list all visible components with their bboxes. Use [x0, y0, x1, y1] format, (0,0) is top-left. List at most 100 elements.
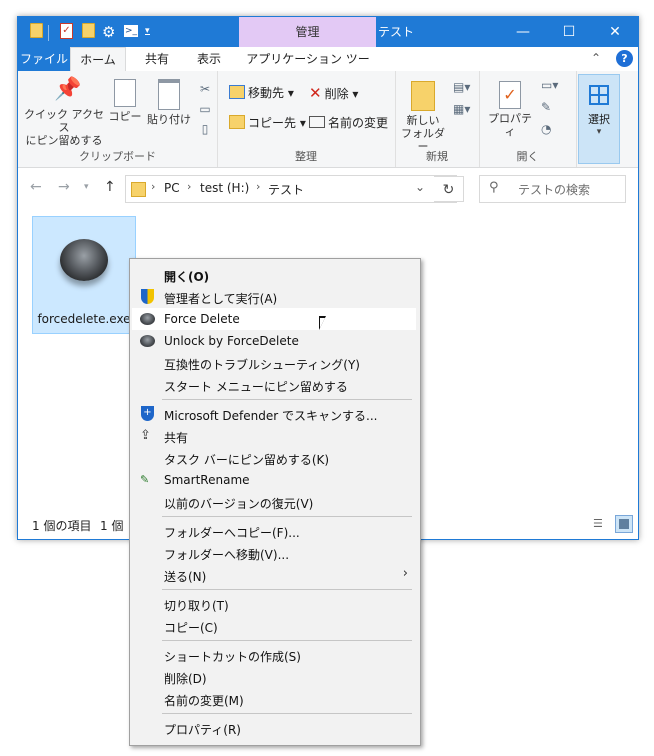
refresh-button[interactable]: ↻ [434, 176, 464, 202]
move-to-icon [229, 85, 245, 99]
easy-access-icon[interactable]: ▦▾ [453, 99, 470, 119]
menu-item-move-to-folder[interactable]: フォルダーへ移動(V)... [132, 542, 416, 564]
paste-shortcut-icon[interactable]: ▯ [197, 119, 213, 139]
properties-button[interactable]: ✓ プロパティ [485, 75, 535, 138]
open-icon[interactable]: ▭▾ [541, 75, 558, 95]
search-input[interactable]: テストの検索 [518, 181, 590, 198]
chevron-down-icon[interactable]: ⌄ [415, 180, 425, 194]
menu-item-properties[interactable]: プロパティ(R) [132, 717, 416, 739]
chevron-down-icon[interactable]: ▾ [145, 22, 150, 36]
help-icon[interactable]: ? [616, 50, 633, 67]
cut-icon[interactable]: ✂ [197, 79, 213, 99]
menu-label: Unlock by ForceDelete [164, 334, 299, 348]
menu-item-share[interactable]: ⇪ 共有 [132, 425, 416, 447]
menu-label: Microsoft Defender でスキャンする... [164, 409, 378, 423]
menu-item-smartrename[interactable]: ✎ SmartRename [132, 469, 416, 491]
recent-chevron-icon[interactable]: ▾ [84, 182, 89, 192]
tab-application-tools[interactable]: アプリケーション ツール [244, 47, 372, 90]
defender-shield-icon: + [141, 406, 154, 421]
maximize-button[interactable]: ☐ [546, 17, 592, 47]
context-menu: 開く(O) 管理者として実行(A) Force Delete Unlock by… [129, 258, 421, 746]
move-to-button[interactable]: 移動先 ▾ [229, 83, 294, 103]
menu-item-copy-to-folder[interactable]: フォルダーへコピー(F)... [132, 520, 416, 542]
menu-separator [162, 640, 412, 641]
ribbon-tabs: ファイル ホーム 共有 表示 アプリケーション ツール ⌃ ? [18, 47, 638, 90]
menu-item-run-as-admin[interactable]: 管理者として実行(A) [132, 286, 416, 308]
folder-icon[interactable] [30, 23, 43, 38]
history-icon[interactable]: ◔ [541, 119, 551, 139]
address-bar[interactable]: › PC › test (H:) › テスト ⌄ [125, 175, 457, 203]
paste-button[interactable]: 貼り付け [146, 75, 192, 126]
tab-file[interactable]: ファイル [18, 47, 70, 71]
select-button[interactable]: 選択 ▾ [578, 74, 620, 164]
menu-label: 切り取り(T) [164, 599, 229, 613]
menu-label: 管理者として実行(A) [164, 292, 278, 306]
group-open: ✓ プロパティ ▭▾ ✎ ◔ 開く [479, 71, 577, 167]
rename-button[interactable]: 名前の変更 [309, 113, 388, 133]
menu-label: 削除(D) [164, 672, 207, 686]
delete-button[interactable]: ✕ 削除 ▾ [309, 83, 358, 103]
chevron-up-icon[interactable]: ⌃ [591, 51, 601, 65]
menu-item-cut[interactable]: 切り取り(T) [132, 593, 416, 615]
breadcrumb-drive[interactable]: test (H:) [200, 181, 249, 195]
tab-view[interactable]: 表示 [184, 47, 234, 71]
menu-label: 共有 [164, 431, 189, 445]
copy-button[interactable]: コピー [108, 75, 142, 123]
properties-check-icon[interactable]: ✓ [60, 23, 73, 39]
menu-label: 開く(O) [164, 270, 210, 284]
search-box[interactable]: ⚲ テストの検索 [479, 175, 626, 203]
smartrename-icon: ✎ [140, 473, 150, 486]
close-button[interactable]: ✕ [592, 17, 638, 47]
menu-item-rename[interactable]: 名前の変更(M) [132, 688, 416, 710]
pin-label-line2: にピン留めする [25, 134, 103, 147]
back-arrow-icon[interactable]: ← [30, 179, 42, 195]
details-view-icon[interactable]: ☰ [593, 517, 609, 531]
menu-item-unlock-forcedelete[interactable]: Unlock by ForceDelete [132, 330, 416, 352]
edit-icon[interactable]: ✎ [541, 97, 551, 117]
menu-label: プロパティ(R) [164, 723, 241, 737]
menu-item-force-delete[interactable]: Force Delete [132, 308, 416, 330]
tab-share[interactable]: 共有 [132, 47, 182, 71]
up-arrow-icon[interactable]: ↑ [104, 179, 116, 195]
menu-label: フォルダーへ移動(V)... [164, 548, 290, 562]
menu-item-create-shortcut[interactable]: ショートカットの作成(S) [132, 644, 416, 666]
pin-quick-access-button[interactable]: 📌 クイック アクセス にピン留めする [22, 75, 106, 147]
new-folder-line1: 新しい [406, 114, 440, 127]
menu-item-restore-previous[interactable]: 以前のバージョンの復元(V) [132, 491, 416, 513]
share-icon: ⇪ [140, 428, 151, 443]
new-folder-button[interactable]: 新しい フォルダー [399, 75, 447, 153]
menu-item-delete[interactable]: 削除(D) [132, 666, 416, 688]
context-tab-manage[interactable]: 管理 [239, 17, 376, 47]
gear-icon[interactable]: ⚙ [102, 23, 115, 41]
new-item-icon[interactable]: ▤▾ [453, 77, 470, 97]
file-item[interactable]: forcedelete.exe [32, 216, 136, 334]
menu-item-pin-start[interactable]: スタート メニューにピン留めする [132, 374, 416, 396]
menu-item-open[interactable]: 開く(O) [132, 264, 416, 286]
breadcrumb-pc[interactable]: PC [164, 181, 180, 195]
tab-home[interactable]: ホーム [70, 47, 126, 73]
large-icons-view-icon[interactable] [615, 515, 633, 533]
menu-item-troubleshoot-compat[interactable]: 互換性のトラブルシューティング(Y) [132, 352, 416, 374]
group-new: 新しい フォルダー ▤▾ ▦▾ 新規 [395, 71, 480, 167]
powershell-icon[interactable]: >_ [124, 25, 138, 37]
breadcrumb-chevron-icon[interactable]: › [256, 180, 260, 193]
menu-item-defender-scan[interactable]: + Microsoft Defender でスキャンする... [132, 403, 416, 425]
window-title: テスト [378, 25, 415, 39]
breadcrumb-chevron-icon[interactable]: › [151, 180, 155, 193]
group-label-organize: 整理 [295, 150, 317, 163]
group-label-new: 新規 [426, 150, 448, 163]
copy-to-button[interactable]: コピー先 ▾ [229, 113, 306, 133]
forward-arrow-icon[interactable]: → [58, 179, 70, 195]
rename-icon [309, 116, 325, 128]
menu-separator [162, 399, 412, 400]
menu-item-copy[interactable]: コピー(C) [132, 615, 416, 637]
new-folder-icon[interactable] [82, 23, 95, 38]
breadcrumb-folder[interactable]: テスト [268, 181, 304, 198]
status-item-count: 1 個の項目 [32, 519, 92, 533]
minimize-button[interactable]: — [500, 17, 546, 47]
menu-separator [162, 516, 412, 517]
menu-item-pin-taskbar[interactable]: タスク バーにピン留めする(K) [132, 447, 416, 469]
menu-item-send-to[interactable]: 送る(N) › [132, 564, 416, 586]
copy-path-icon[interactable]: ▭ [197, 99, 213, 119]
breadcrumb-chevron-icon[interactable]: › [187, 180, 191, 193]
